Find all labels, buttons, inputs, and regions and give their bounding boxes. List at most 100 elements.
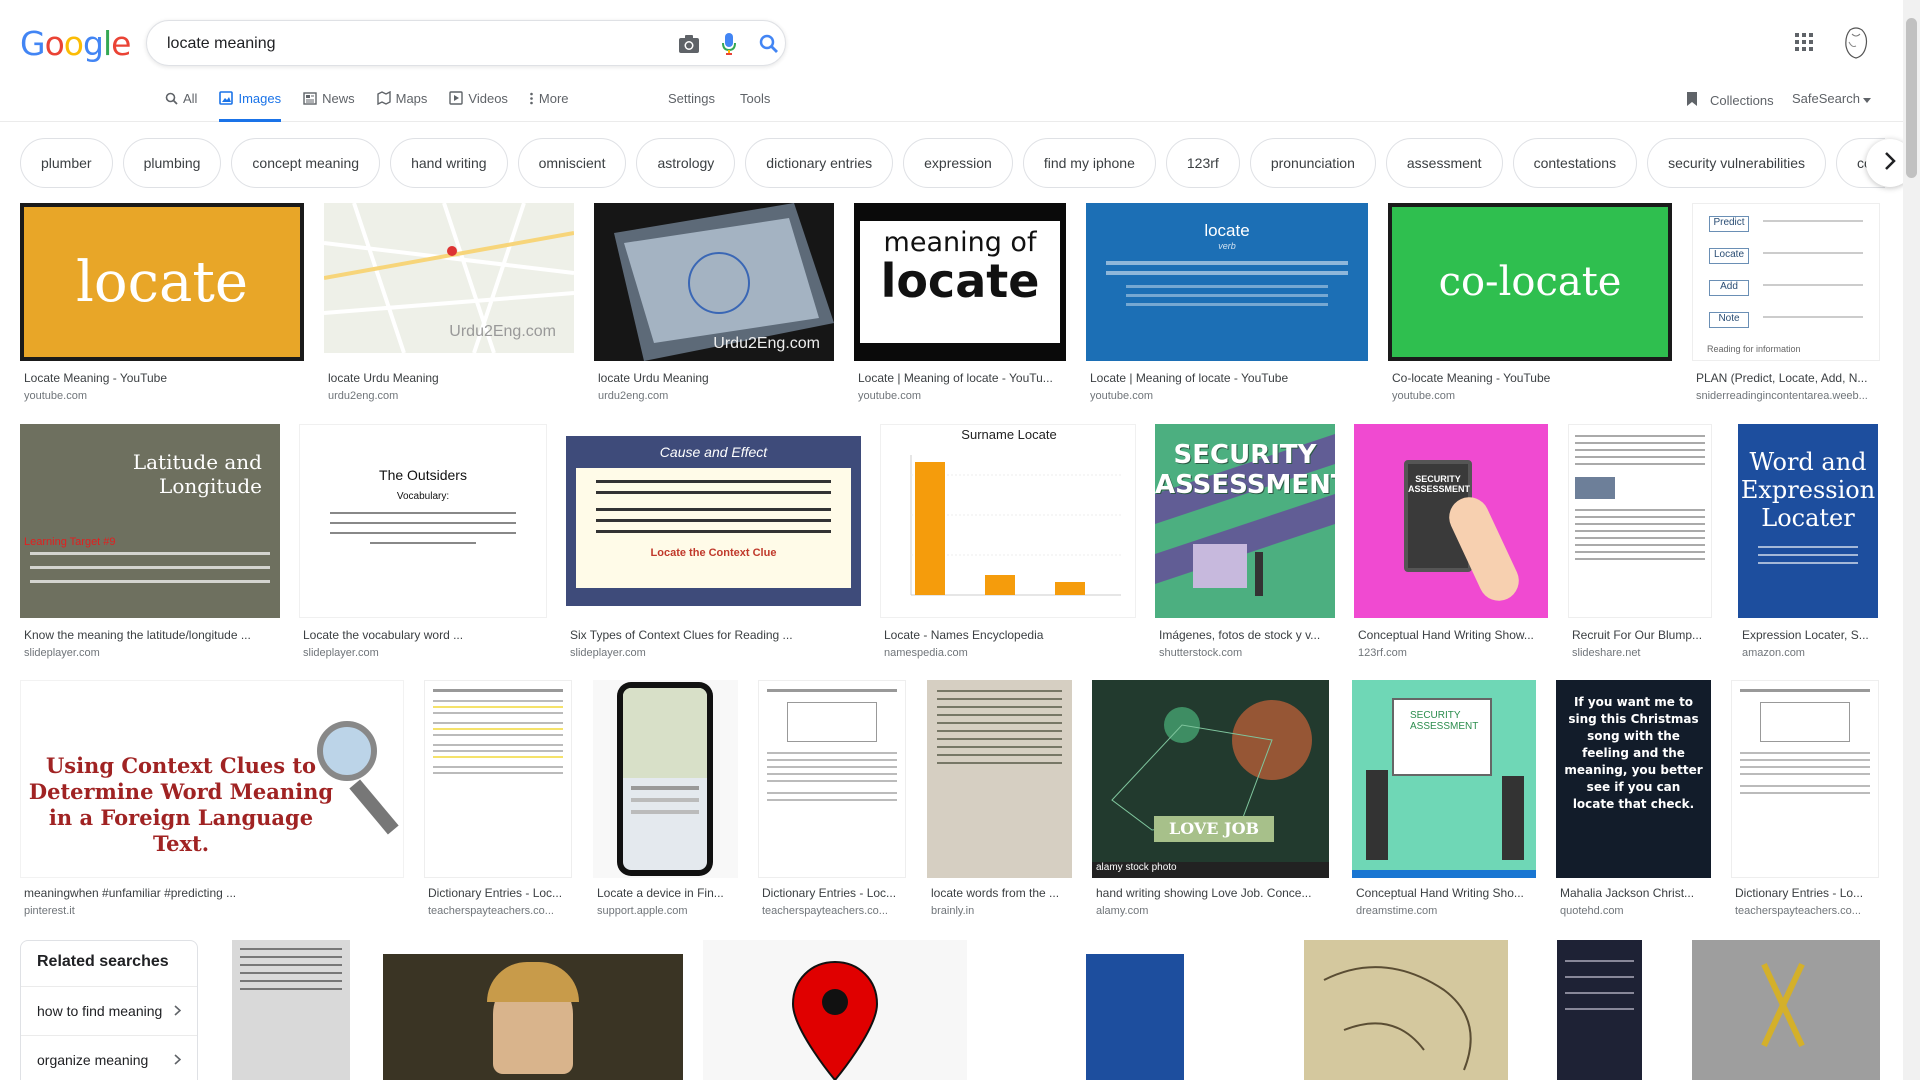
thumbnail: meaning of locate bbox=[854, 203, 1066, 361]
result-source: slideplayer.com bbox=[570, 647, 646, 659]
network-image bbox=[1092, 680, 1329, 878]
result-source: youtube.com bbox=[1392, 390, 1455, 402]
thumb-text: locate bbox=[880, 254, 1040, 308]
thumbnail bbox=[1557, 940, 1642, 1080]
thumb-text: locate bbox=[24, 207, 300, 357]
image-result[interactable]: Cause and Effect Locate the Context Clue… bbox=[566, 424, 861, 659]
result-source: support.apple.com bbox=[597, 905, 688, 917]
thumbnail bbox=[1731, 680, 1879, 878]
image-result[interactable]: locate words from the ... brainly.in bbox=[927, 680, 1072, 920]
result-source: youtube.com bbox=[1090, 390, 1153, 402]
result-source: youtube.com bbox=[24, 390, 87, 402]
thumbnail: LOVE JOB alamy stock photo bbox=[1092, 680, 1329, 878]
image-result[interactable]: Predict Locate Add Note Reading for info… bbox=[1692, 203, 1880, 403]
result-title: locate Urdu Meaning bbox=[598, 371, 709, 385]
image-result[interactable]: Dictionary Entries - Loc... teacherspayt… bbox=[758, 680, 906, 920]
image-result[interactable]: LOVE JOB alamy stock photo hand writing … bbox=[1092, 680, 1329, 920]
image-result[interactable]: SECURITY ASSESSMENT! Imágenes, fotos de … bbox=[1155, 424, 1335, 659]
thumb-text: locate bbox=[1204, 221, 1250, 240]
image-result[interactable]: SECURITY ASSESSMENT Conceptual Hand Writ… bbox=[1352, 680, 1536, 920]
thumbnail: SECURITY ASSESSMENT! bbox=[1155, 424, 1335, 618]
result-source: slideplayer.com bbox=[303, 647, 379, 659]
thumbnail bbox=[424, 680, 572, 878]
phone-image bbox=[617, 682, 713, 876]
result-title: Locate - Names Encyclopedia bbox=[884, 628, 1044, 642]
bar-chart-image bbox=[910, 455, 1121, 596]
image-result[interactable]: Word and Expression Locater Expression L… bbox=[1738, 424, 1878, 659]
image-result[interactable]: Surname Locate Locate - Names Encycloped… bbox=[880, 424, 1136, 659]
thumbnail: SECURITY ASSESSMENT bbox=[1354, 424, 1548, 618]
image-result[interactable] bbox=[1304, 940, 1508, 1080]
image-result[interactable] bbox=[1692, 940, 1880, 1080]
thumbnail bbox=[232, 940, 350, 1080]
image-result[interactable]: If you want me to sing this Christmas so… bbox=[1556, 680, 1711, 920]
result-title: locate words from the ... bbox=[931, 886, 1060, 900]
thumbnail bbox=[986, 940, 1284, 1080]
thumb-box: Locate bbox=[1709, 248, 1749, 264]
image-result[interactable]: Locate a device in Fin... support.apple.… bbox=[593, 680, 738, 920]
thumbnail: co-locate bbox=[1388, 203, 1672, 361]
thumb-text: Latitude and Longitude bbox=[132, 450, 262, 498]
image-result[interactable]: meaning of locate Locate | Meaning of lo… bbox=[854, 203, 1066, 403]
image-result[interactable]: locate Locate Meaning - YouTube youtube.… bbox=[20, 203, 304, 403]
result-title: locate Urdu Meaning bbox=[328, 371, 439, 385]
thumbnail bbox=[758, 680, 906, 878]
result-source: dreamstime.com bbox=[1356, 905, 1438, 917]
result-source: amazon.com bbox=[1742, 647, 1805, 659]
thumbnail: locate bbox=[20, 203, 304, 361]
image-result[interactable]: SECURITY ASSESSMENT Conceptual Hand Writ… bbox=[1354, 424, 1548, 659]
result-source: shutterstock.com bbox=[1159, 647, 1243, 659]
result-source: teacherspayteachers.co... bbox=[428, 905, 554, 917]
magnifier-icon bbox=[317, 721, 377, 781]
image-result[interactable]: locate verb Locate | Meaning of locate -… bbox=[1086, 203, 1368, 403]
image-result[interactable]: Using Context Clues to Determine Word Me… bbox=[20, 680, 404, 920]
result-source: youtube.com bbox=[858, 390, 921, 402]
thumb-text: Vocabulary: bbox=[396, 491, 450, 502]
scrollbar-thumb[interactable] bbox=[1906, 18, 1917, 178]
result-title: Locate | Meaning of locate - YouTu... bbox=[858, 371, 1053, 385]
image-result[interactable]: Urdu2Eng.com locate Urdu Meaning urdu2en… bbox=[324, 203, 574, 403]
thumbnail: If you want me to sing this Christmas so… bbox=[1556, 680, 1711, 878]
result-source: alamy.com bbox=[1096, 905, 1149, 917]
image-result[interactable] bbox=[232, 940, 350, 1080]
thumbnail bbox=[703, 940, 967, 1080]
thumb-text: SECURITY ASSESSMENT bbox=[1392, 698, 1492, 776]
thumbnail: Cause and Effect Locate the Context Clue bbox=[566, 424, 861, 618]
related-search-item[interactable]: how to find meaning bbox=[21, 987, 197, 1036]
result-title: Locate a device in Fin... bbox=[597, 886, 724, 900]
watermark: alamy stock photo bbox=[1092, 862, 1329, 878]
image-results: locate Locate Meaning - YouTube youtube.… bbox=[0, 0, 1900, 1080]
related-search-item[interactable]: organize meaning bbox=[21, 1036, 197, 1080]
thumbnail: Word and Expression Locater bbox=[1738, 424, 1878, 618]
image-result[interactable]: Recruit For Our Blump... slideshare.net bbox=[1568, 424, 1712, 659]
image-result[interactable] bbox=[383, 954, 683, 1080]
image-result[interactable]: Urdu2Eng.com locate Urdu Meaning urdu2en… bbox=[594, 203, 834, 403]
image-result[interactable] bbox=[1557, 940, 1642, 1080]
thumbnail: Predict Locate Add Note Reading for info… bbox=[1692, 203, 1880, 361]
image-result[interactable]: Dictionary Entries - Lo... teacherspayte… bbox=[1731, 680, 1879, 920]
result-source: slideshare.net bbox=[1572, 647, 1641, 659]
image-result[interactable]: Latitude and Longitude Learning Target #… bbox=[20, 424, 280, 659]
thumbnail: Surname Locate bbox=[880, 424, 1136, 618]
thumb-text: Learning Target #9 bbox=[24, 536, 116, 548]
thumb-box: Note bbox=[1709, 312, 1749, 328]
result-source: 123rf.com bbox=[1358, 647, 1407, 659]
thumb-caption: Reading for information bbox=[1707, 344, 1801, 354]
scrollbar[interactable] bbox=[1903, 0, 1920, 1080]
image-result[interactable] bbox=[986, 940, 1284, 1080]
result-source: brainly.in bbox=[931, 905, 975, 917]
image-result[interactable]: Dictionary Entries - Loc... teacherspayt… bbox=[424, 680, 572, 920]
image-result[interactable]: The Outsiders Vocabulary: Locate the voc… bbox=[299, 424, 547, 659]
thumb-text: The Outsiders bbox=[379, 467, 467, 483]
image-result[interactable]: co-locate Co-locate Meaning - YouTube yo… bbox=[1388, 203, 1672, 403]
thumbnail: SECURITY ASSESSMENT bbox=[1352, 680, 1536, 878]
thumbnail: Urdu2Eng.com bbox=[594, 203, 834, 361]
thumbnail bbox=[383, 954, 683, 1080]
image-result[interactable] bbox=[703, 940, 967, 1080]
thumbnail bbox=[927, 680, 1072, 878]
result-title: Conceptual Hand Writing Show... bbox=[1358, 628, 1534, 642]
thumb-text: co-locate bbox=[1392, 207, 1668, 357]
chevron-right-icon bbox=[174, 1052, 182, 1068]
map-pin-icon bbox=[791, 960, 879, 1080]
thumb-text: meaning of bbox=[883, 227, 1037, 258]
